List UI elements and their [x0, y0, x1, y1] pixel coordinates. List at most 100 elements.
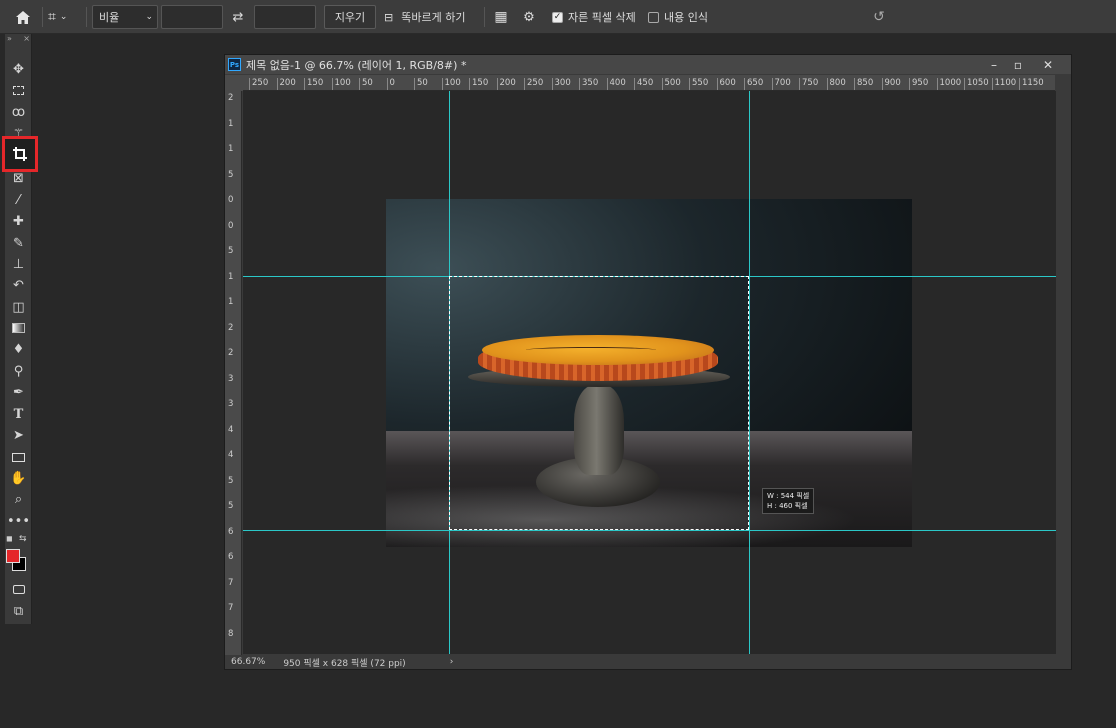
ruler-tick-label: 7 [228, 577, 234, 588]
ruler-tick-label: 5 [228, 501, 234, 511]
default-colors-icon[interactable]: ◼ [6, 534, 13, 543]
gear-icon[interactable]: ⚙ [520, 5, 538, 29]
ruler-tick-label: 1 [228, 271, 234, 282]
pen-icon[interactable]: ✒ [7, 382, 30, 402]
ruler-tick-label: 550 [689, 78, 708, 90]
zoom-icon[interactable]: ⌕ [7, 489, 30, 509]
ruler-tick-label: 5 [228, 169, 234, 180]
ruler-tick-label: 6 [228, 552, 234, 562]
ruler-tick-label: 150 [469, 78, 488, 90]
close-icon[interactable]: ✕ [1035, 55, 1061, 74]
maximize-icon[interactable]: ▫ [1005, 55, 1031, 74]
ratio-select[interactable]: 비율 ⌄ [92, 5, 158, 29]
healing-icon[interactable]: ✚ [7, 211, 30, 231]
path-select-icon[interactable]: ➤ [7, 425, 30, 445]
ruler-tick-label: 100 [441, 78, 461, 90]
ruler-tick-label: 650 [744, 78, 763, 90]
status-bar: 66.67% 950 픽셀 x 628 픽셀 (72 ppi) › [225, 655, 1071, 669]
crop-height-label: H : 460 픽셀 [767, 502, 808, 510]
document-title: 제목 없음-1 @ 66.7% (레이어 1, RGB/8#) * [246, 58, 467, 72]
ruler-tick-label: 750 [799, 78, 818, 90]
quick-mask-icon[interactable] [7, 579, 30, 599]
frame-icon[interactable]: ⊠ [7, 168, 30, 188]
checkbox-checked-icon: ✓ [552, 11, 563, 23]
ruler-tick-label: 0 [228, 220, 234, 231]
screen-mode-icon[interactable]: ⧉ [7, 601, 30, 621]
hand-icon[interactable]: ✋ [7, 468, 30, 488]
photoshop-window: ⌗ ⌄ 비율 ⌄ ⇄ 지우기 ⊟ 똑바르게 하기 ▦ ⚙ ✓ 자른 픽셀 삭제 … [0, 0, 1116, 728]
photoshop-document-icon: Ps [228, 58, 241, 71]
lasso-icon[interactable]: ꝏ [7, 102, 30, 122]
blur-icon[interactable]: ♦ [7, 339, 30, 359]
document-tab[interactable]: Ps 제목 없음-1 @ 66.7% (레이어 1, RGB/8#) * [225, 55, 1071, 74]
crop-selection[interactable] [449, 276, 749, 530]
chevron-down-icon: ⌄ [59, 12, 68, 22]
guide-vertical[interactable] [749, 91, 750, 654]
ruler-tick-label: 250 [524, 78, 543, 90]
ratio-width-input[interactable] [161, 5, 223, 29]
history-brush-icon[interactable]: ↶ [7, 275, 30, 295]
document-window: Ps 제목 없음-1 @ 66.7% (레이어 1, RGB/8#) * – ▫… [224, 54, 1072, 670]
ruler-tick-label: 450 [634, 78, 653, 90]
ratio-height-input[interactable] [254, 5, 316, 29]
zoom-level[interactable]: 66.67% [231, 657, 265, 667]
level-icon: ⊟ [384, 10, 394, 24]
ruler-tick-label: 50 [414, 78, 428, 90]
crop-preset-picker[interactable]: ⌗ ⌄ [48, 5, 80, 29]
move-icon[interactable]: ✥ [7, 59, 30, 79]
marquee-icon[interactable] [7, 80, 30, 100]
options-bar: ⌗ ⌄ 비율 ⌄ ⇄ 지우기 ⊟ 똑바르게 하기 ▦ ⚙ ✓ 자른 픽셀 삭제 … [0, 0, 1116, 34]
close-icon[interactable]: × [23, 34, 30, 43]
ruler-origin[interactable] [225, 75, 243, 91]
type-icon[interactable]: T [7, 404, 30, 424]
ruler-tick-label: 2 [228, 93, 234, 103]
vertical-scrollbar[interactable] [1056, 75, 1071, 655]
eraser-icon[interactable]: ◫ [7, 297, 30, 317]
straighten-button[interactable]: ⊟ 똑바르게 하기 [384, 5, 504, 29]
collapse-icon[interactable]: » [7, 34, 12, 43]
document-size-info[interactable]: 950 픽셀 x 628 픽셀 (72 ppi) [283, 656, 405, 669]
ruler-tick-label: 900 [881, 78, 901, 90]
more-icon[interactable]: ••• [7, 511, 30, 531]
ruler-tick-label: 2 [228, 348, 234, 358]
ruler-tick-label: 1150 [1019, 78, 1044, 90]
canvas[interactable]: W : 544 픽셀 H : 460 픽셀 [243, 91, 1056, 654]
ruler-tick-label: 4 [228, 424, 234, 435]
ruler-tick-label: 250 [249, 78, 268, 90]
swap-icon[interactable]: ⇄ [230, 5, 246, 29]
ruler-tick-label: 100 [331, 78, 351, 90]
swap-colors-icon[interactable]: ⇆ [19, 534, 27, 544]
content-aware-checkbox[interactable]: 내용 인식 [648, 5, 718, 29]
gradient-icon[interactable] [7, 318, 30, 338]
grid-overlay-icon[interactable]: ▦ [492, 5, 510, 29]
stamp-icon[interactable]: ⊥ [7, 254, 30, 274]
crop-tool-icon: ⌗ [48, 9, 56, 25]
reset-icon[interactable]: ↺ [870, 5, 888, 29]
vertical-ruler[interactable]: 2 1 1 5 0 0 5 1 1 2 2 3 3 4 4 5 5 6 6 7 7 8 [225, 91, 242, 655]
brush-icon[interactable]: ✎ [7, 233, 30, 253]
ruler-tick-label: 6 [228, 526, 234, 537]
rectangle-icon[interactable] [7, 447, 30, 467]
chevron-down-icon: ⌄ [145, 12, 153, 22]
ruler-tick-label: 1050 [964, 78, 989, 90]
home-icon[interactable] [8, 5, 38, 29]
foreground-color-swatch[interactable] [6, 549, 20, 563]
ruler-tick-label: 800 [826, 78, 846, 90]
chevron-right-icon[interactable]: › [450, 657, 454, 667]
guide-horizontal[interactable] [243, 530, 1056, 531]
crop-icon[interactable] [2, 136, 38, 172]
clear-button[interactable]: 지우기 [324, 5, 376, 29]
ruler-tick-label: 600 [716, 78, 736, 90]
horizontal-ruler[interactable]: 250 200 150 100 50 0 50 100 150 200 250 300 350 400 45… [243, 75, 1055, 91]
ruler-tick-label: 950 [909, 78, 928, 90]
ruler-tick-label: 200 [276, 78, 296, 90]
dodge-icon[interactable]: ⚲ [7, 361, 30, 381]
ruler-tick-label: 1 [228, 118, 234, 129]
ruler-tick-label: 2 [228, 322, 234, 333]
minimize-icon[interactable]: – [981, 55, 1007, 74]
crop-size-tooltip: W : 544 픽셀 H : 460 픽셀 [762, 488, 815, 514]
delete-cropped-checkbox[interactable]: ✓ 자른 픽셀 삭제 [552, 5, 642, 29]
ruler-tick-label: 300 [551, 78, 571, 90]
eyedropper-icon[interactable]: ⁄ [7, 190, 30, 210]
checkbox-unchecked-icon [648, 11, 659, 23]
